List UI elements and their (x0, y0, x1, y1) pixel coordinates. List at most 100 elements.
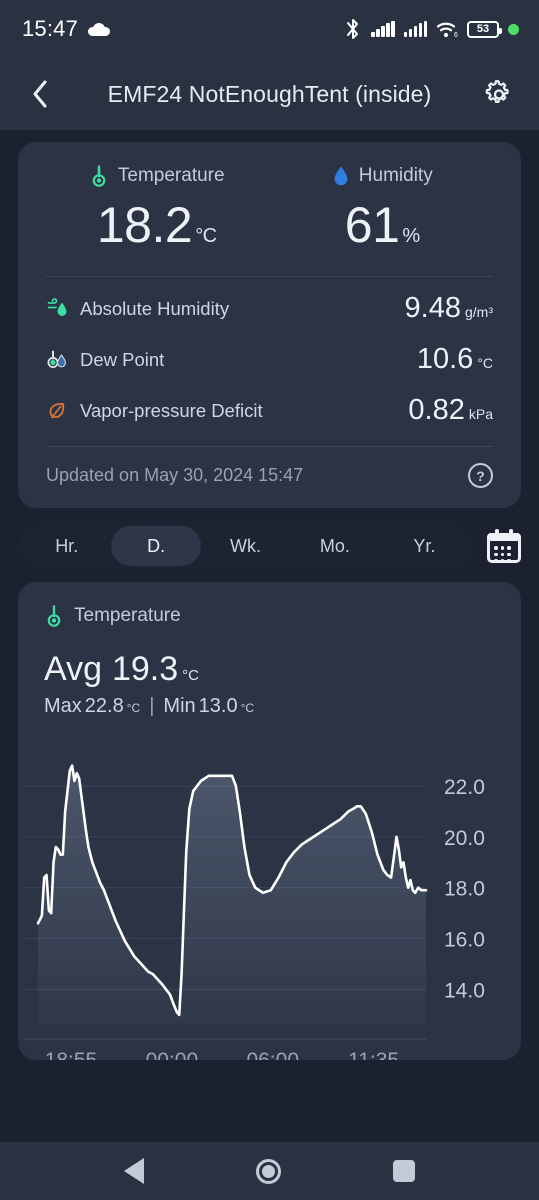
dew-point-icon (47, 350, 66, 368)
avg-prefix: Avg (44, 650, 102, 688)
cellular-signal-icon (371, 21, 395, 37)
tab-day[interactable]: D. (111, 526, 201, 566)
chart-title: Temperature (74, 605, 181, 626)
absolute-humidity-left: Absolute Humidity (46, 298, 229, 320)
tab-week[interactable]: Wk. (201, 526, 290, 566)
dew-point-row: Dew Point 10.6 °C (44, 328, 495, 379)
avg-value: 19.3 (111, 650, 179, 688)
humidity-value-group: 61 % (345, 196, 420, 254)
temperature-line-chart: 22.0 20.0 18.0 16.0 14.0 18:55 00:00 06:00 11:3… (24, 764, 485, 1060)
temperature-value: 18.2 (96, 197, 193, 253)
absolute-humidity-right: 9.48 g/m³ (405, 292, 493, 325)
temperature-chart-card: Temperature Avg 19.3 °C Max 22.8 °C | Mi… (18, 582, 521, 1060)
nav-home-icon[interactable] (256, 1158, 281, 1184)
dew-point-left: Dew Point (46, 349, 164, 371)
chart-area-fill (38, 765, 426, 1025)
svg-text:18:55: 18:55 (45, 1049, 98, 1060)
vpd-label: Vapor-pressure Deficit (80, 399, 263, 421)
svg-text:06:00: 06:00 (246, 1049, 299, 1060)
vpd-value: 0.82 (408, 394, 465, 426)
page-title: EMF24 NotEnoughTent (inside) (107, 80, 432, 107)
svg-text:20.0: 20.0 (444, 827, 485, 850)
tab-hour[interactable]: Hr. (22, 526, 111, 566)
status-bar-left: 15:47 (22, 16, 111, 42)
chart-average: Avg 19.3 °C (44, 650, 495, 689)
battery-icon: 53 (467, 20, 502, 38)
svg-text:18.0: 18.0 (444, 878, 485, 901)
wifi-6-icon: 6 (436, 22, 458, 38)
svg-text:14.0: 14.0 (444, 979, 485, 1002)
gear-icon (485, 80, 509, 104)
status-bar-right: 6 53 (344, 18, 519, 40)
status-bar: 15:47 6 53 (0, 0, 539, 58)
avg-unit: °C (182, 667, 200, 684)
humidity-label: Humidity (358, 165, 433, 186)
range-tab-track: Hr. D. Wk. Mo. Yr. (18, 522, 473, 570)
humidity-unit: % (402, 225, 420, 247)
app-bar: EMF24 NotEnoughTent (inside) (0, 58, 539, 130)
max-unit: °C (126, 701, 141, 715)
settings-button[interactable] (477, 72, 521, 116)
temperature-value-group: 18.2 °C (97, 196, 217, 254)
thermometer-icon (92, 165, 106, 187)
min-value: 13.0 (198, 695, 238, 717)
humidity-value: 61 (344, 197, 400, 253)
dew-point-right: 10.6 °C (417, 343, 493, 376)
primary-readings-row: Temperature 18.2 °C Humidity 61 % (44, 164, 495, 254)
phone-screen: 15:47 6 53 EMF24 NotEnoughTent (inside) … (0, 0, 539, 1200)
vpd-right: 0.82 kPa (408, 394, 493, 427)
chart-header: Temperature Avg 19.3 °C Max 22.8 °C | Mi… (18, 604, 521, 718)
thermometer-icon (47, 605, 61, 627)
svg-text:22.0: 22.0 (444, 776, 485, 799)
max-value: 22.8 (84, 695, 124, 717)
svg-text:00:00: 00:00 (146, 1049, 199, 1060)
recording-indicator-dot (508, 23, 519, 35)
chevron-left-icon (33, 80, 47, 108)
cellular-signal-icon (403, 21, 427, 37)
absolute-humidity-icon (47, 297, 67, 316)
svg-text:11:35: 11:35 (348, 1049, 399, 1060)
absolute-humidity-value: 9.48 (404, 292, 461, 324)
tab-month[interactable]: Mo. (290, 526, 379, 566)
temperature-header: Temperature (89, 164, 225, 188)
dew-point-value: 10.6 (416, 343, 474, 375)
min-label: Min (163, 695, 196, 717)
nav-back-icon[interactable] (124, 1158, 144, 1184)
cloud-icon (88, 22, 111, 36)
sensor-summary-card: Temperature 18.2 °C Humidity 61 % Absolu… (18, 142, 521, 508)
chart-plot-area[interactable]: 22.0 20.0 18.0 16.0 14.0 18:55 00:00 06:00 11:3… (18, 750, 521, 1060)
help-icon[interactable]: ? (468, 463, 493, 488)
water-drop-icon (334, 166, 348, 186)
svg-text:16.0: 16.0 (444, 929, 485, 952)
tab-year[interactable]: Yr. (380, 526, 469, 566)
vpd-left: Vapor-pressure Deficit (46, 400, 263, 422)
updated-row: Updated on May 30, 2024 15:47 ? (44, 447, 495, 494)
updated-timestamp: Updated on May 30, 2024 15:47 (46, 465, 304, 485)
temperature-label: Temperature (117, 165, 225, 186)
absolute-humidity-unit: g/m³ (465, 304, 493, 320)
status-clock: 15:47 (22, 16, 79, 41)
chart-title-row: Temperature (44, 604, 495, 628)
chart-y-axis-labels: 22.0 20.0 18.0 16.0 14.0 (444, 776, 485, 1002)
svg-text:6: 6 (454, 32, 458, 38)
chart-x-axis-labels: 18:55 00:00 06:00 11:35 (45, 1049, 399, 1060)
nav-recents-icon[interactable] (393, 1160, 415, 1182)
vpd-row: Vapor-pressure Deficit 0.82 kPa (44, 379, 495, 430)
absolute-humidity-row: Absolute Humidity 9.48 g/m³ (44, 277, 495, 328)
minmax-separator: | (149, 695, 155, 717)
leaf-icon (49, 402, 65, 418)
humidity-reading: Humidity 61 % (270, 164, 496, 254)
calendar-icon[interactable] (487, 529, 521, 563)
humidity-header: Humidity (332, 164, 433, 188)
absolute-humidity-label: Absolute Humidity (80, 297, 230, 319)
back-button[interactable] (18, 72, 62, 116)
battery-level: 53 (476, 22, 490, 35)
vpd-unit: kPa (468, 406, 493, 422)
temperature-unit: °C (195, 225, 217, 247)
range-selector-bar: Hr. D. Wk. Mo. Yr. (18, 522, 521, 570)
chart-min-max: Max 22.8 °C | Min 13.0 °C (44, 695, 495, 718)
dew-point-label: Dew Point (80, 348, 165, 370)
min-unit: °C (240, 701, 255, 715)
dew-point-unit: °C (477, 355, 493, 371)
max-label: Max (44, 695, 82, 717)
